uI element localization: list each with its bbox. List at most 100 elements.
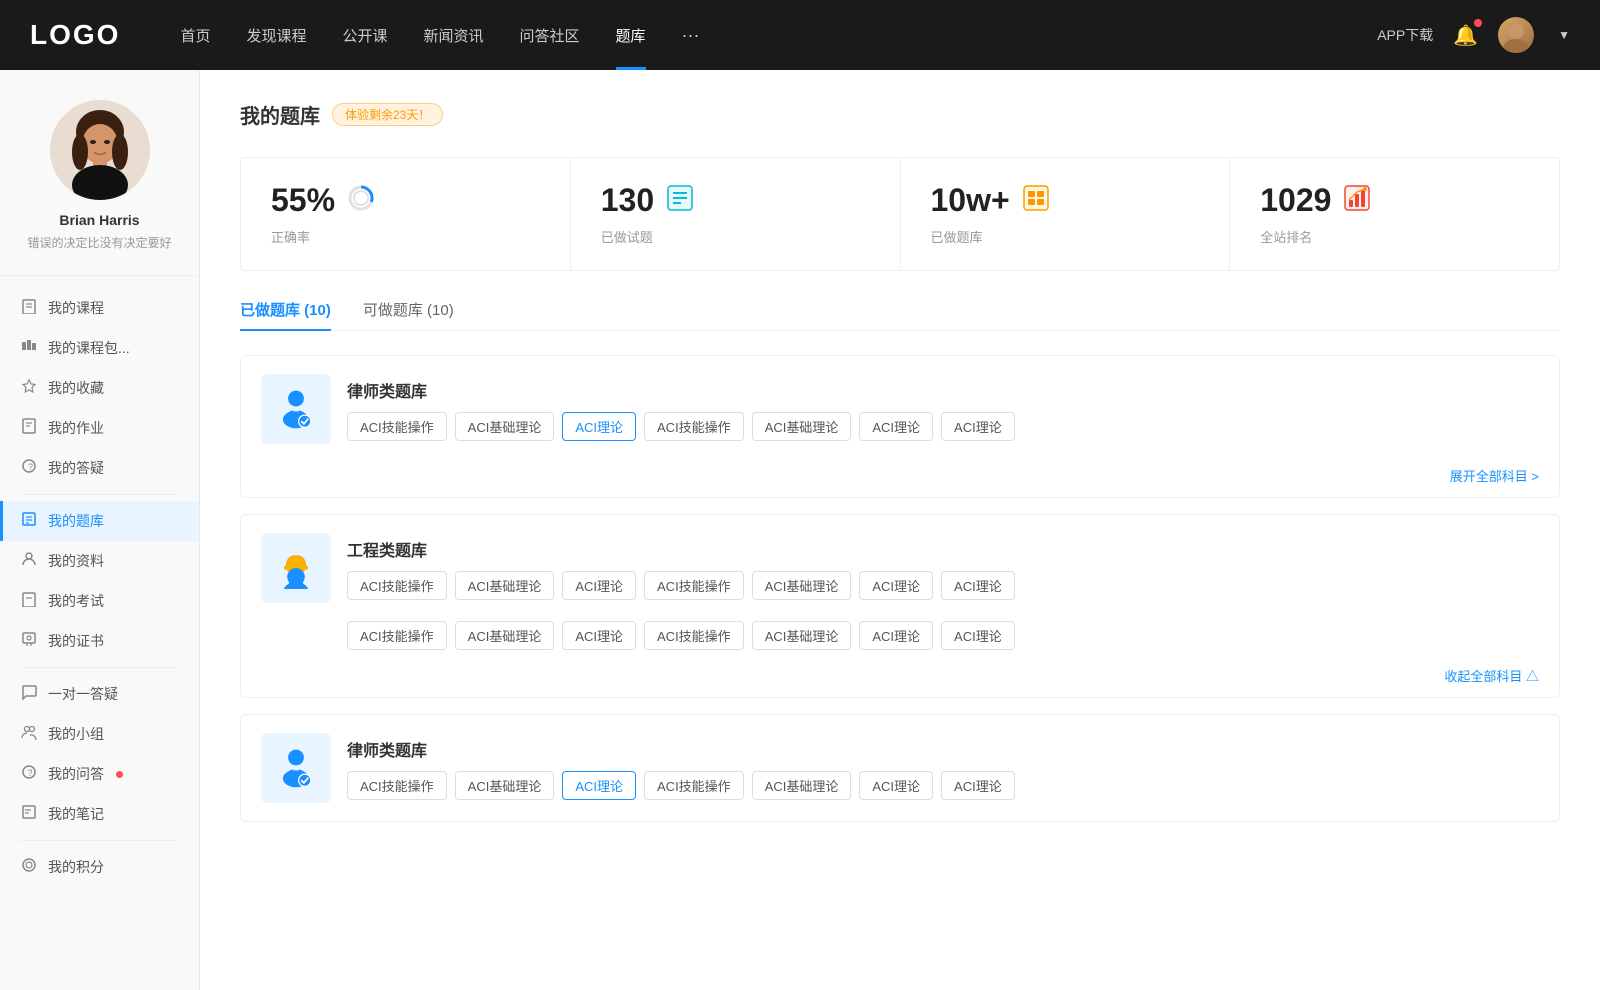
sidebar-item-qa-answers[interactable]: ? 我的答疑 [0, 448, 199, 488]
bank-tag[interactable]: ACI基础理论 [455, 571, 555, 600]
bank-tag[interactable]: ACI基础理论 [455, 412, 555, 441]
bank-tag[interactable]: ACI理论 [859, 571, 933, 600]
page-title-row: 我的题库 体验剩余23天！ [240, 100, 1560, 129]
sidebar-tagline: 错误的决定比没有决定要好 [20, 234, 179, 251]
bank-card-body: 律师类题库 ACI技能操作 ACI基础理论 ACI理论 ACI技能操作 ACI基… [347, 737, 1539, 800]
menu-divider-3 [20, 840, 179, 841]
sidebar-item-my-courses[interactable]: 我的课程 [0, 288, 199, 328]
sidebar-label: 我的积分 [48, 857, 104, 877]
bank-tag[interactable]: ACI理论 [941, 771, 1015, 800]
sidebar-item-course-packages[interactable]: 我的课程包... [0, 328, 199, 368]
bank-footer: 收起全部科目 △ [241, 662, 1559, 697]
nav-item-qa[interactable]: 问答社区 [520, 25, 580, 46]
sidebar-label: 我的答疑 [48, 458, 104, 478]
sidebar-item-my-questions[interactable]: ? 我的问答 [0, 754, 199, 794]
bank-tag[interactable]: ACI理论 [562, 621, 636, 650]
sidebar-item-exams[interactable]: 我的考试 [0, 581, 199, 621]
main-content: 我的题库 体验剩余23天！ 55% 正确率 [200, 70, 1600, 990]
bank-tag[interactable]: ACI技能操作 [347, 412, 447, 441]
bank-tag[interactable]: ACI基础理论 [455, 621, 555, 650]
bank-tag[interactable]: ACI技能操作 [347, 621, 447, 650]
bank-card-title: 律师类题库 [347, 737, 1539, 761]
sidebar-item-profile[interactable]: 我的资料 [0, 541, 199, 581]
bank-tag[interactable]: ACI技能操作 [644, 621, 744, 650]
sidebar-item-groups[interactable]: 我的小组 [0, 714, 199, 754]
stat-questions-done: 130 已做试题 [571, 158, 901, 270]
bank-tag[interactable]: ACI理论 [941, 412, 1015, 441]
bank-tag[interactable]: ACI理论 [941, 571, 1015, 600]
sidebar-item-points[interactable]: 我的积分 [0, 847, 199, 887]
stat-top: 130 [601, 182, 870, 219]
sidebar-item-one-on-one[interactable]: 一对一答疑 [0, 674, 199, 714]
bank-tag[interactable]: ACI基础理论 [752, 771, 852, 800]
engineer-icon [275, 547, 317, 589]
bank-tag[interactable]: ACI技能操作 [644, 412, 744, 441]
favorites-icon [20, 378, 38, 398]
nav-item-news[interactable]: 新闻资讯 [424, 25, 484, 46]
bank-tag[interactable]: ACI基础理论 [752, 412, 852, 441]
stat-label: 全站排名 [1260, 227, 1529, 246]
bank-extra-tags-row: ACI技能操作 ACI基础理论 ACI理论 ACI技能操作 ACI基础理论 AC… [241, 621, 1559, 662]
bank-card-body: 律师类题库 ACI技能操作 ACI基础理论 ACI理论 ACI技能操作 ACI基… [347, 378, 1539, 441]
tab-done-banks[interactable]: 已做题库 (10) [240, 299, 331, 330]
bank-tag-selected[interactable]: ACI理论 [562, 412, 636, 441]
avatar-dropdown-icon[interactable]: ▼ [1558, 28, 1570, 42]
sidebar-item-notes[interactable]: 我的笔记 [0, 794, 199, 834]
bank-footer: 展开全部科目 > [241, 462, 1559, 497]
avatar-image [1498, 17, 1534, 53]
avatar[interactable] [1498, 17, 1534, 53]
profile-icon [20, 551, 38, 571]
grid-icon [1022, 184, 1050, 218]
bank-tags-row-1: ACI技能操作 ACI基础理论 ACI理论 ACI技能操作 ACI基础理论 AC… [347, 571, 1539, 600]
bank-tag[interactable]: ACI理论 [859, 412, 933, 441]
sidebar-item-favorites[interactable]: 我的收藏 [0, 368, 199, 408]
app-download-link[interactable]: APP下载 [1377, 25, 1433, 45]
sidebar-username: Brian Harris [20, 212, 179, 228]
bank-tag[interactable]: ACI理论 [859, 621, 933, 650]
lawyer-icon-2 [275, 747, 317, 789]
bank-tag[interactable]: ACI基础理论 [752, 621, 852, 650]
bank-tag[interactable]: ACI技能操作 [644, 571, 744, 600]
nav-item-bank[interactable]: 题库 [616, 25, 646, 46]
bank-tag[interactable]: ACI理论 [859, 771, 933, 800]
nav-item-discover[interactable]: 发现课程 [246, 25, 306, 46]
bank-tag[interactable]: ACI基础理论 [752, 571, 852, 600]
bank-tag-selected[interactable]: ACI理论 [562, 771, 636, 800]
bank-icon-wrap [261, 533, 331, 603]
homework-icon [20, 418, 38, 438]
sidebar-item-homework[interactable]: 我的作业 [0, 408, 199, 448]
notes-icon [20, 804, 38, 824]
question-bank-icon [20, 511, 38, 531]
bank-tag[interactable]: ACI理论 [562, 571, 636, 600]
main-wrapper: Brian Harris 错误的决定比没有决定要好 我的课程 我的课程包... [0, 70, 1600, 990]
trial-badge: 体验剩余23天！ [332, 103, 443, 126]
stat-label: 已做试题 [601, 227, 870, 246]
sidebar-profile: Brian Harris 错误的决定比没有决定要好 [0, 100, 199, 276]
expand-link[interactable]: 展开全部科目 > [1450, 466, 1539, 485]
stat-value: 130 [601, 182, 654, 219]
list-icon [666, 184, 694, 218]
nav-more-icon[interactable]: ··· [682, 25, 700, 46]
bank-card-engineer: 工程类题库 ACI技能操作 ACI基础理论 ACI理论 ACI技能操作 ACI基… [240, 514, 1560, 698]
stat-label: 正确率 [271, 227, 540, 246]
sidebar-item-question-bank[interactable]: 我的题库 [0, 501, 199, 541]
bank-card-lawyer-1: 律师类题库 ACI技能操作 ACI基础理论 ACI理论 ACI技能操作 ACI基… [240, 355, 1560, 498]
sidebar-item-certificates[interactable]: 我的证书 [0, 621, 199, 661]
qa-icon: ? [20, 458, 38, 478]
logo[interactable]: LOGO [30, 19, 120, 51]
bar-chart-icon [1343, 184, 1371, 218]
nav-item-home[interactable]: 首页 [180, 25, 210, 46]
one-on-one-icon [20, 684, 38, 704]
bank-tag[interactable]: ACI技能操作 [347, 771, 447, 800]
collapse-link[interactable]: 收起全部科目 △ [1444, 666, 1539, 685]
bank-tag[interactable]: ACI基础理论 [455, 771, 555, 800]
sidebar-label: 我的小组 [48, 724, 104, 744]
bank-tag[interactable]: ACI技能操作 [644, 771, 744, 800]
bank-tag[interactable]: ACI技能操作 [347, 571, 447, 600]
my-courses-icon [20, 298, 38, 318]
bank-icon-wrap [261, 733, 331, 803]
notification-bell[interactable]: 🔔 [1453, 23, 1478, 48]
tab-available-banks[interactable]: 可做题库 (10) [363, 299, 454, 330]
nav-item-open-course[interactable]: 公开课 [342, 25, 387, 46]
bank-tag[interactable]: ACI理论 [941, 621, 1015, 650]
